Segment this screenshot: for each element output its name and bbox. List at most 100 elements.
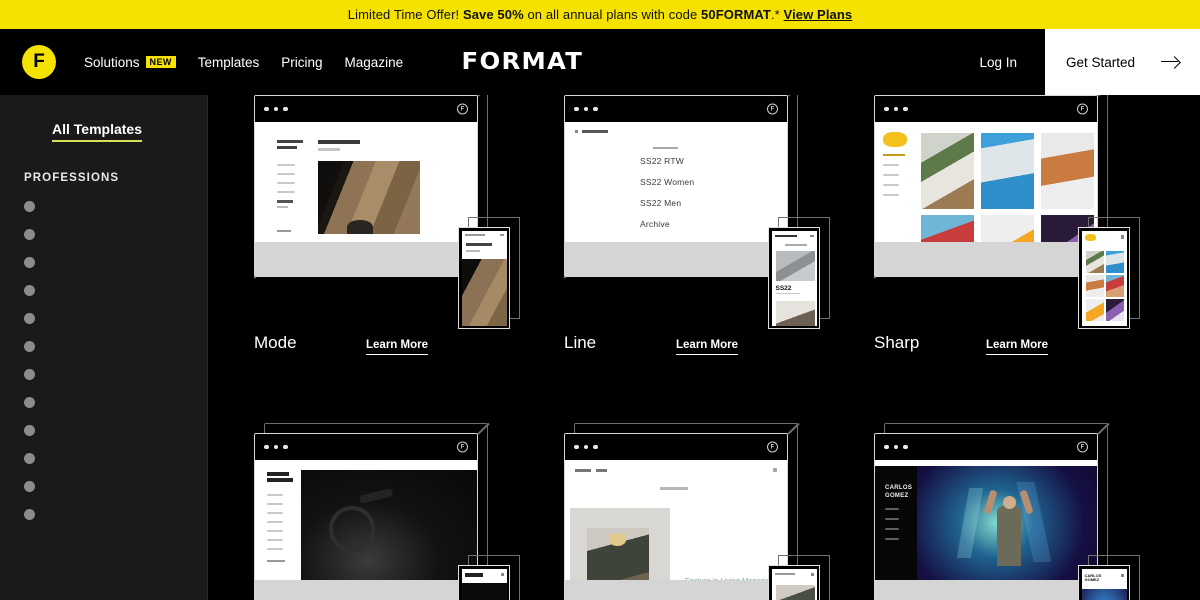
bullet-dot-icon	[24, 453, 35, 464]
template-preview-mockup[interactable]: F	[254, 423, 520, 600]
bullet-dot-icon	[24, 257, 35, 268]
laptop-mockup: F SS22 RTW SS22 Women SS22 Men Archive	[564, 95, 788, 277]
template-preview-mockup[interactable]: F CARLOS GOMEZ CARLOS GOMEZ	[874, 423, 1140, 600]
window-dots-icon	[574, 444, 598, 450]
phone-mockup	[458, 227, 510, 329]
promo-code: 50FORMAT	[701, 7, 771, 22]
sidebar-item-writing[interactable]	[24, 509, 207, 520]
window-dots-icon	[264, 444, 288, 450]
phone-mockup	[768, 565, 820, 600]
filters-sidebar: All Templates PROFESSIONS	[0, 95, 208, 600]
nav-label-magazine: Magazine	[344, 54, 404, 70]
nav-item-solutions[interactable]: Solutions NEW	[84, 55, 176, 70]
promo-discount: Save 50%	[462, 7, 524, 22]
templates-grid: F Mode Learn More F SS22 RTW SS22 Women SS22 M…	[253, 95, 1200, 600]
sidebar-item-video[interactable]	[24, 453, 207, 464]
laptop-screen	[875, 122, 1097, 276]
phone-screen	[461, 230, 507, 326]
promo-asterisk: .*	[770, 7, 780, 22]
browser-chrome: F	[255, 96, 477, 122]
template-preview-mockup[interactable]: F SS22 RTW SS22 Women SS22 Men Archive SS22	[563, 95, 830, 329]
preview-menu-item: SS22 Men	[640, 198, 682, 208]
laptop-mockup: F	[254, 95, 478, 277]
browser-chrome: F	[255, 434, 477, 460]
format-badge-icon: F	[457, 441, 468, 453]
nav-label-pricing: Pricing	[281, 54, 323, 70]
template-card-footer: Sharp Learn More	[874, 333, 1184, 355]
template-preview-mockup[interactable]: F	[253, 95, 520, 329]
preview-menu-item: SS22 RTW	[640, 156, 684, 166]
template-preview-mockup[interactable]: F Feature in Living Magazine	[564, 423, 830, 600]
window-dots-icon	[264, 106, 288, 112]
log-in-button[interactable]: Log In	[979, 55, 1045, 70]
sidebar-item-marketing[interactable]	[24, 341, 207, 352]
sidebar-item-architecture[interactable]	[24, 201, 207, 212]
templates-main: F Mode Learn More F SS22 RTW SS22 Women SS22 M…	[208, 95, 1200, 600]
sidebar-item-design[interactable]	[24, 257, 207, 268]
laptop-mockup: F CARLOS GOMEZ	[874, 433, 1098, 600]
window-dots-icon	[884, 106, 908, 112]
template-card[interactable]: F Sharp Learn More	[873, 95, 1184, 355]
sidebar-item-illustration[interactable]	[24, 313, 207, 324]
nav-item-pricing[interactable]: Pricing	[281, 55, 322, 70]
learn-more-link[interactable]: Learn More	[676, 339, 738, 355]
phone-screen	[1081, 230, 1127, 326]
browser-chrome: F	[875, 434, 1097, 460]
primary-navigation: Solutions NEW Templates Pricing Magazine	[84, 55, 403, 70]
browser-chrome: F	[565, 434, 787, 460]
browser-chrome: F	[565, 96, 787, 122]
template-card[interactable]: F	[254, 423, 564, 600]
bullet-dot-icon	[24, 425, 35, 436]
format-badge-icon: F	[457, 103, 468, 115]
page-body: All Templates PROFESSIONS F Mode Learn Mor…	[0, 95, 1200, 600]
format-logo-icon[interactable]: F	[22, 45, 56, 79]
get-started-label: Get Started	[1065, 54, 1136, 70]
bullet-dot-icon	[24, 313, 35, 324]
laptop-screen: SS22 RTW SS22 Women SS22 Men Archive	[565, 122, 787, 276]
screen-footer-bar	[565, 580, 787, 600]
bullet-dot-icon	[24, 201, 35, 212]
arrow-right-icon	[1161, 56, 1179, 68]
header-left-region: F Solutions NEW Templates Pricing Magazi…	[0, 29, 1045, 95]
sidebar-item-photography[interactable]	[24, 397, 207, 408]
phone-mockup: CARLOS GOMEZ	[1078, 565, 1130, 600]
template-card[interactable]: F CARLOS GOMEZ CARLOS GOMEZ	[874, 423, 1184, 600]
template-card-footer: Mode Learn More	[254, 333, 564, 355]
sidebar-item-student[interactable]	[24, 425, 207, 436]
format-badge-icon: F	[767, 441, 778, 453]
bullet-dot-icon	[24, 509, 35, 520]
template-card[interactable]: F SS22 RTW SS22 Women SS22 Men Archive SS22 Li…	[563, 95, 874, 355]
screen-footer-bar	[565, 242, 787, 276]
screen-footer-bar	[875, 242, 1097, 276]
phone-mockup	[1078, 227, 1130, 329]
template-name: Line	[564, 333, 597, 352]
window-dots-icon	[574, 106, 598, 112]
learn-more-link[interactable]: Learn More	[366, 339, 428, 355]
view-plans-link[interactable]: View Plans	[784, 7, 853, 22]
sidebar-item-wedding[interactable]	[24, 481, 207, 492]
nav-label-templates: Templates	[197, 54, 260, 70]
sidebar-item-model[interactable]	[24, 369, 207, 380]
bullet-dot-icon	[24, 229, 35, 240]
promo-lead: Limited Time Offer!	[347, 7, 460, 22]
nav-item-magazine[interactable]: Magazine	[345, 55, 404, 70]
laptop-screen	[255, 122, 477, 276]
phone-screen	[771, 568, 817, 600]
get-started-button[interactable]: Get Started	[1045, 29, 1200, 95]
template-card[interactable]: F Feature in Living Magazine	[564, 423, 874, 600]
template-card[interactable]: F Mode Learn More	[253, 95, 564, 355]
learn-more-link[interactable]: Learn More	[986, 339, 1048, 355]
laptop-screen: CARLOS GOMEZ	[875, 460, 1097, 600]
sidebar-item-fashion[interactable]	[24, 285, 207, 296]
phone-screen: CARLOS GOMEZ	[1081, 568, 1127, 600]
preview-menu-item: SS22 Women	[640, 177, 695, 187]
bullet-dot-icon	[24, 481, 35, 492]
sidebar-item-art[interactable]	[24, 229, 207, 240]
preview-menu-item: Archive	[640, 219, 670, 229]
format-badge-icon: F	[767, 103, 778, 115]
template-preview-mockup[interactable]: F	[873, 95, 1140, 329]
sidebar-item-all-templates[interactable]: All Templates	[52, 121, 142, 142]
nav-item-templates[interactable]: Templates	[198, 55, 260, 70]
professions-list	[24, 201, 207, 520]
format-badge-icon: F	[1077, 103, 1088, 115]
